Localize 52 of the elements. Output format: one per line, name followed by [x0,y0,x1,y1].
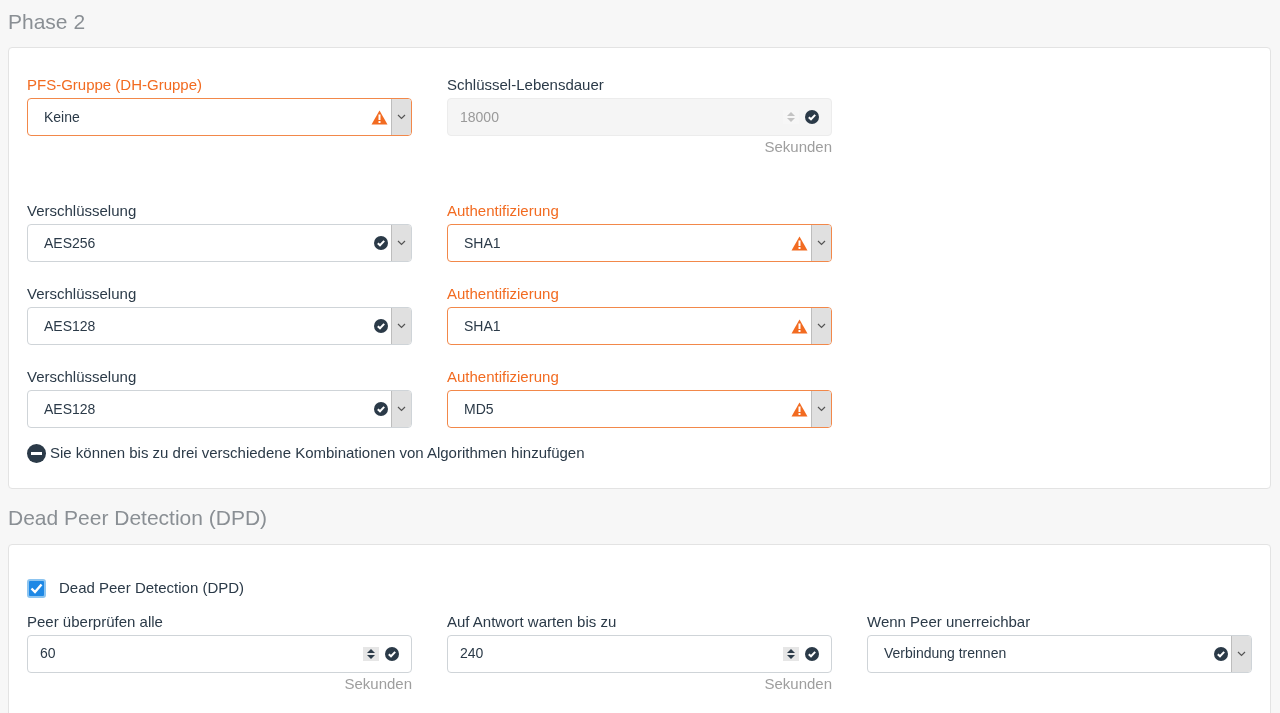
select-field[interactable]: AES256 [27,224,412,262]
chevron-down-icon [397,240,406,246]
field-label: PFS-Gruppe (DH-Gruppe) [27,75,204,95]
field-label: Authentifizierung [447,284,560,304]
warning-icon [791,401,808,417]
select-field[interactable]: SHA1 [447,307,832,345]
chevron-down-icon [1237,650,1246,657]
field-label: Verschlüsselung [27,284,138,304]
checkbox[interactable] [27,578,46,598]
check-circle-icon [374,319,388,333]
field-label: Authentifizierung [447,367,560,387]
select-field[interactable]: Verbindung trennen [867,634,1252,673]
minus-circle-icon[interactable] [27,443,46,463]
check-circle-icon [374,402,388,416]
field-label: Authentifizierung [447,201,560,221]
warning-icon [791,235,808,251]
chevron-down-icon [397,114,406,120]
select-field[interactable]: MD5 [447,390,832,428]
check-circle-icon [1214,646,1228,661]
number-field[interactable]: 240 [447,634,832,673]
warning-icon [791,318,808,334]
check-circle-icon [805,110,819,124]
section-title: Phase 2 [8,10,87,34]
check-circle-icon [805,646,819,661]
select-field[interactable]: SHA1 [447,224,832,262]
spinner-arrows-icon[interactable] [783,646,799,661]
field-label: Schlüssel-Lebensdauer [447,75,605,95]
chevron-down-icon [817,323,826,329]
checkmark-icon [30,582,43,594]
chevron-down-icon [817,406,826,412]
check-circle-icon [374,236,388,250]
section-title: Dead Peer Detection (DPD) [8,506,269,530]
unit-label: Sekunden [764,137,832,157]
checkbox-label: Dead Peer Detection (DPD) [59,578,245,598]
field-label: Auf Antwort warten bis zu [447,611,618,632]
field-label: Verschlüsselung [27,201,138,221]
warning-icon [371,109,388,125]
field-label: Wenn Peer unerreichbar [867,611,1032,632]
number-field[interactable]: 60 [27,634,412,673]
unit-label: Sekunden [344,673,412,694]
chevron-down-icon [397,406,406,412]
hint-text: Sie können bis zu drei verschiedene Kombinationen von Algorithmen hinzufügen [50,443,585,463]
spinner-arrows-icon[interactable] [363,646,379,661]
select-field[interactable]: AES128 [27,390,412,428]
field-label: Peer überprüfen alle [27,611,164,632]
unit-label: Sekunden [764,673,832,694]
field-label: Verschlüsselung [27,367,138,387]
chevron-down-icon [817,240,826,246]
select-field[interactable]: AES128 [27,307,412,345]
check-circle-icon [385,646,399,661]
select-field[interactable]: Keine [27,98,412,136]
chevron-down-icon [397,323,406,329]
